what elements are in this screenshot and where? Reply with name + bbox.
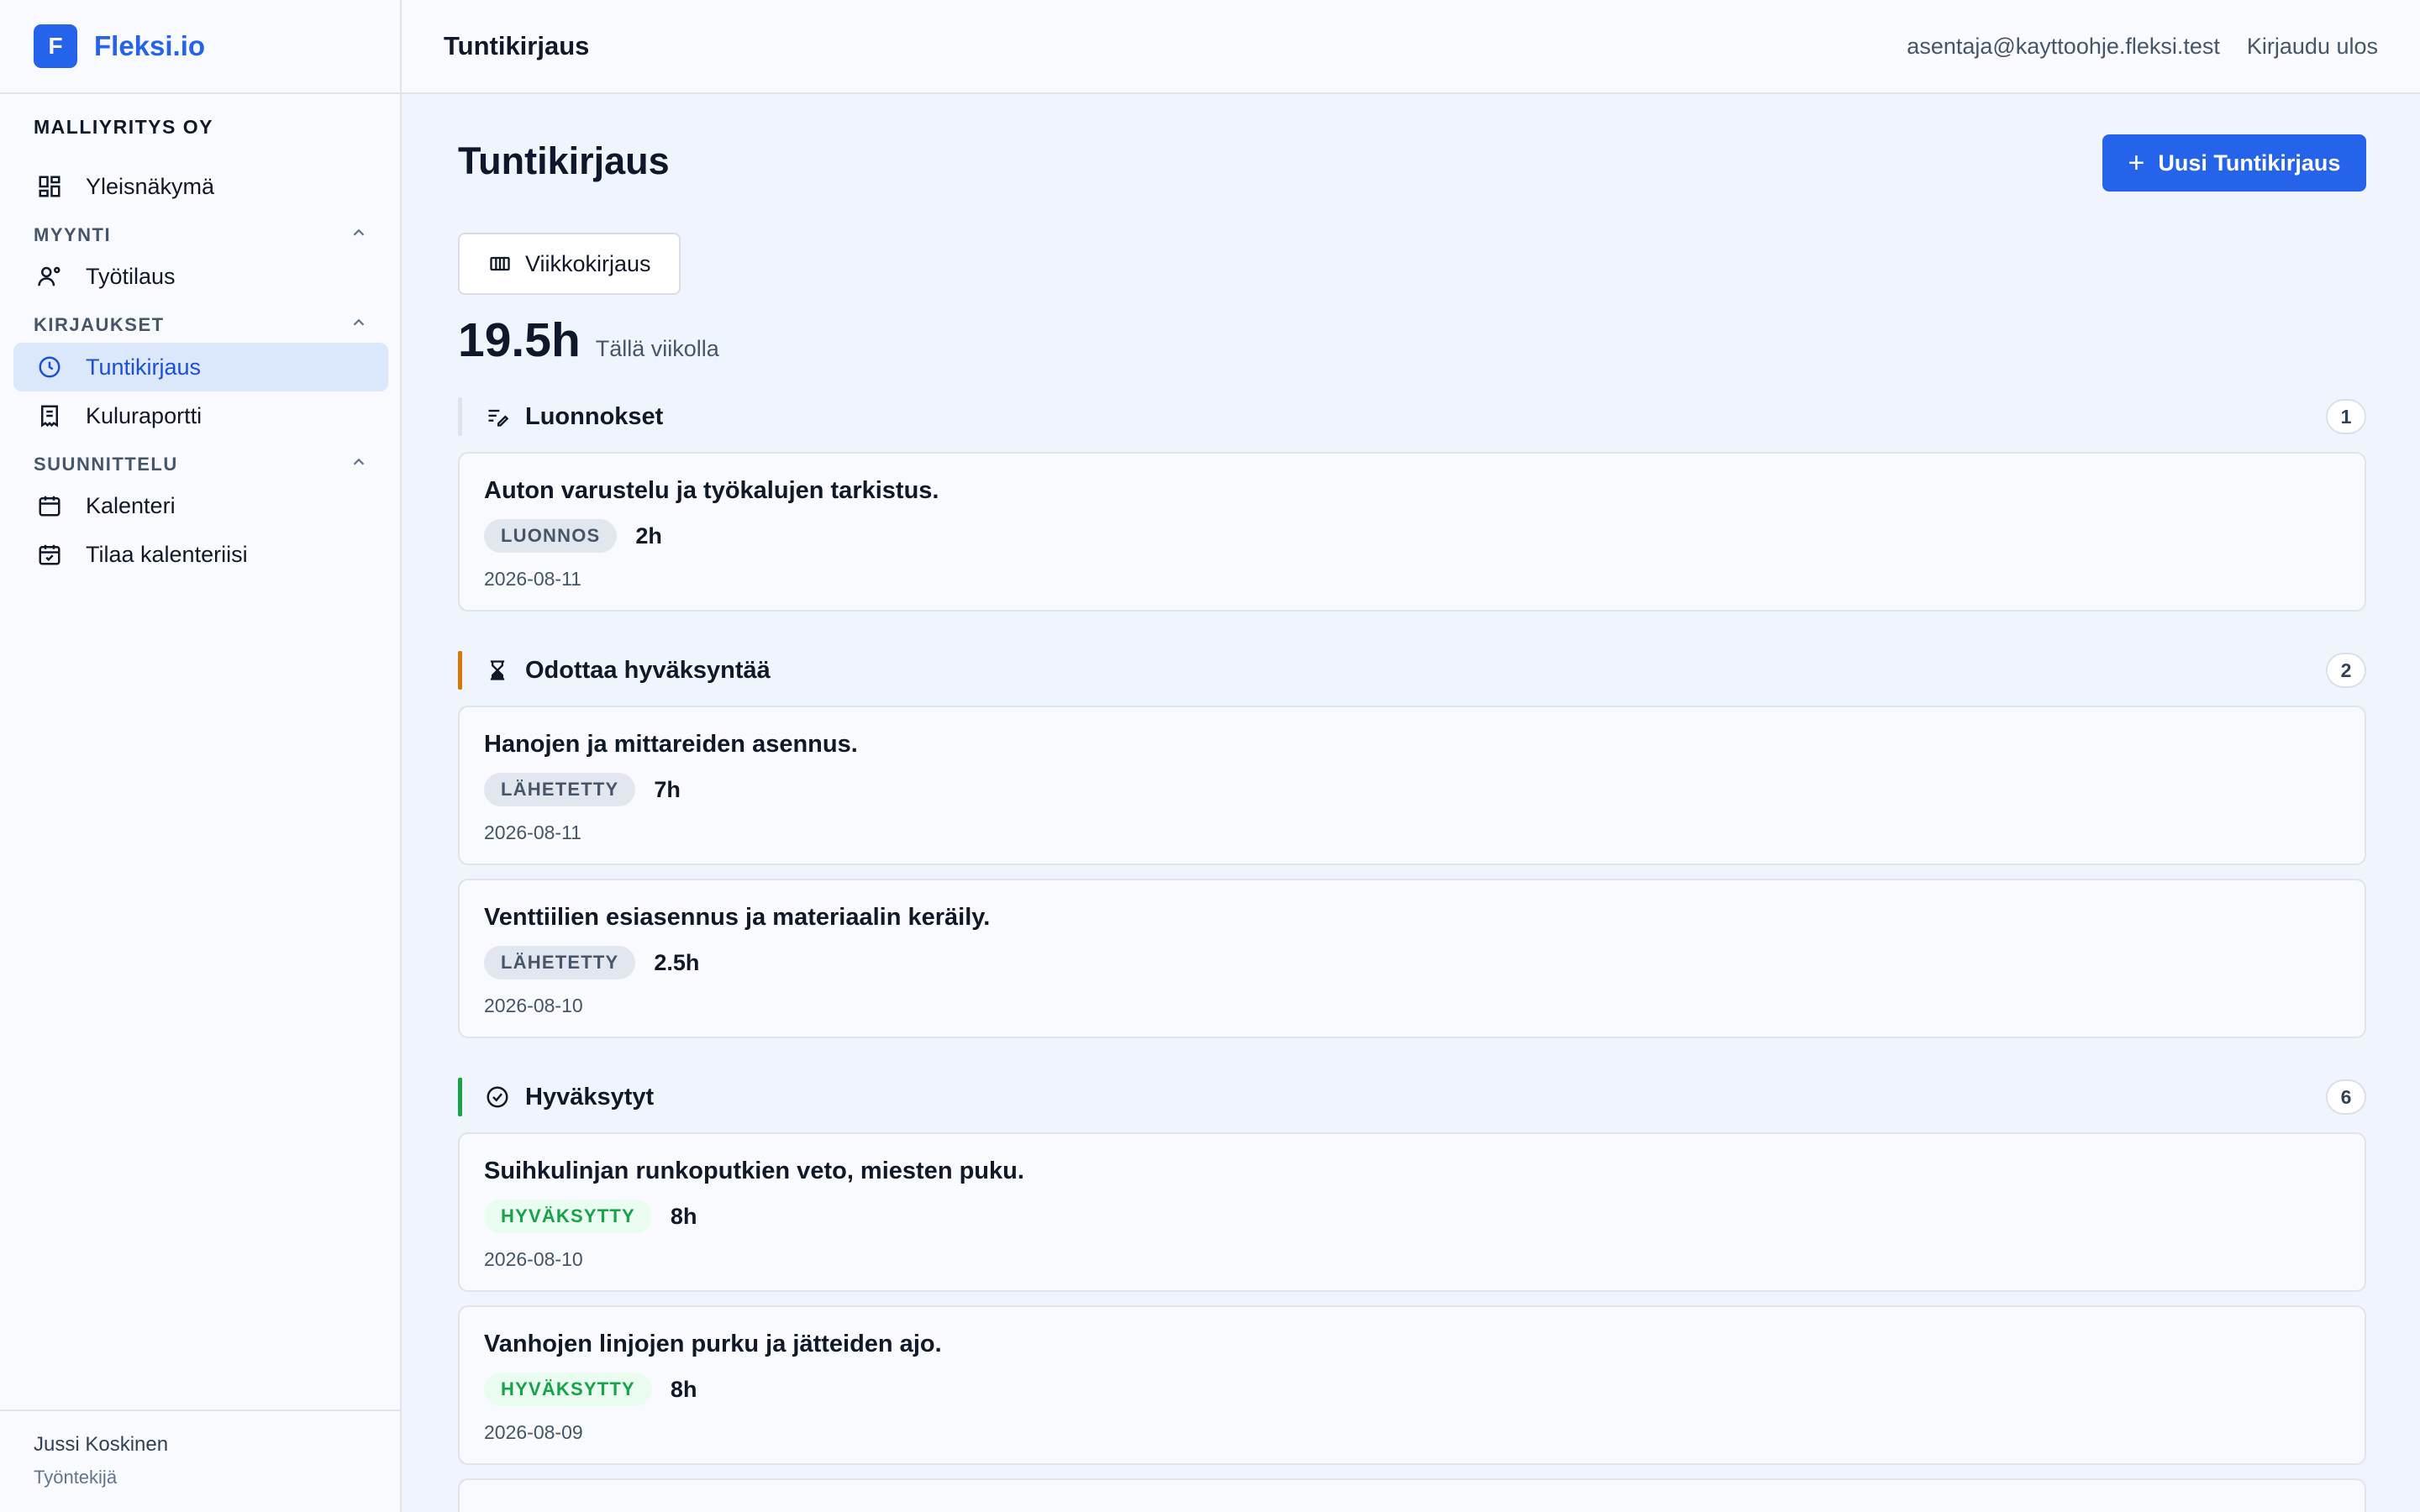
plus-icon: +	[2128, 146, 2145, 179]
logout-link[interactable]: Kirjaudu ulos	[2247, 34, 2378, 60]
section-label: KIRJAUKSET	[34, 314, 165, 335]
time-entry-card-partial[interactable]	[458, 1478, 2366, 1512]
time-entry-card[interactable]: Vanhojen linjojen purku ja jätteiden ajo…	[458, 1305, 2366, 1465]
entry-title: Auton varustelu ja työkalujen tarkistus.	[484, 477, 939, 504]
sidebar-section-kirjaukset[interactable]: KIRJAUKSET	[34, 312, 368, 338]
sidebar-item-overview[interactable]: Yleisnäkymä	[13, 162, 388, 211]
entry-hours: 2.5h	[654, 949, 700, 975]
check-circle-icon	[483, 1083, 512, 1111]
time-entry-card[interactable]: Suihkulinjan runkoputkien veto, miesten …	[458, 1132, 2366, 1292]
brand[interactable]: F Fleksi.io	[0, 0, 400, 94]
group-header-approved: Hyväksytyt 6	[458, 1078, 2366, 1116]
user-gear-icon	[35, 262, 64, 291]
dashboard-icon	[35, 172, 64, 201]
entry-hours: 7h	[654, 776, 681, 802]
header-title: Tuntikirjaus	[444, 31, 590, 60]
sidebar: F Fleksi.io MALLIYRITYS OY Yleisnäkymä M…	[0, 0, 402, 1512]
sidebar-item-label: Tilaa kalenteriisi	[86, 541, 248, 567]
clock-icon	[35, 353, 64, 381]
group-header-drafts: Luonnokset 1	[458, 397, 2366, 436]
sidebar-section-myynti[interactable]: MYYNTI	[34, 223, 368, 248]
count-badge: 2	[2326, 653, 2366, 688]
entry-title: Venttiilien esiasennus ja materiaalin ke…	[484, 904, 991, 931]
time-entry-card[interactable]: Hanojen ja mittareiden asennus. LÄHETETT…	[458, 706, 2366, 865]
user-name: Jussi Koskinen	[34, 1433, 169, 1456]
entry-date: 2026-08-10	[484, 1248, 583, 1270]
sidebar-item-label: Tuntikirjaus	[86, 354, 202, 380]
entry-hours: 8h	[670, 1376, 697, 1402]
entry-title: Vanhojen linjojen purku ja jätteiden ajo…	[484, 1331, 942, 1357]
sidebar-item-label: Yleisnäkymä	[86, 173, 215, 199]
entry-date: 2026-08-11	[484, 822, 581, 843]
draft-icon	[483, 402, 512, 431]
status-badge: LÄHETETTY	[484, 773, 636, 806]
chevron-up-icon	[350, 453, 368, 476]
chevron-up-icon	[350, 313, 368, 337]
entry-title: Hanojen ja mittareiden asennus.	[484, 731, 858, 758]
hourglass-icon	[483, 656, 512, 685]
week-entry-label: Viikkokirjaus	[525, 250, 651, 276]
new-time-entry-button[interactable]: + Uusi Tuntikirjaus	[2102, 134, 2366, 192]
brand-name: Fleksi.io	[94, 30, 206, 61]
chevron-up-icon	[350, 223, 368, 247]
section-label: SUUNNITTELU	[34, 454, 178, 475]
section-label: MYYNTI	[34, 224, 112, 245]
group-header-pending: Odottaa hyväksyntää 2	[458, 651, 2366, 690]
user-role: Työntekijä	[34, 1467, 118, 1488]
count-badge: 1	[2326, 399, 2366, 434]
sidebar-item-label: Kalenteri	[86, 492, 176, 518]
week-label: Tällä viikolla	[595, 336, 719, 361]
time-entry-card[interactable]: Venttiilien esiasennus ja materiaalin ke…	[458, 879, 2366, 1038]
sidebar-item-kuluraportti[interactable]: Kuluraportti	[13, 391, 388, 440]
sidebar-item-label: Kuluraportti	[86, 402, 203, 428]
entry-date: 2026-08-09	[484, 1421, 583, 1443]
user-email: asentaja@kayttoohje.fleksi.test	[1907, 33, 2220, 59]
sidebar-item-tilaa-kalenteriisi[interactable]: Tilaa kalenteriisi	[13, 530, 388, 579]
sidebar-item-tuntikirjaus[interactable]: Tuntikirjaus	[13, 343, 388, 391]
brand-logo: F	[34, 24, 77, 68]
time-entry-card[interactable]: Auton varustelu ja työkalujen tarkistus.…	[458, 452, 2366, 612]
status-badge: HYVÄKSYTTY	[484, 1200, 652, 1233]
calendar-icon	[35, 491, 64, 520]
sidebar-user: Jussi Koskinen Työntekijä	[0, 1410, 400, 1512]
sidebar-item-kalenteri[interactable]: Kalenteri	[13, 481, 388, 530]
group-color-bar	[458, 651, 462, 690]
sidebar-section-suunnittelu[interactable]: SUUNNITTELU	[34, 452, 368, 477]
receipt-icon	[35, 402, 64, 430]
top-header: Tuntikirjaus asentaja@kayttoohje.fleksi.…	[402, 0, 2420, 94]
group-title: Hyväksytyt	[525, 1083, 655, 1110]
status-badge: LUONNOS	[484, 519, 618, 553]
week-hours: 19.5h	[458, 313, 581, 367]
week-total: 19.5h Tällä viikolla	[458, 312, 719, 368]
company-name: MALLIYRITYS OY	[34, 116, 213, 138]
sidebar-item-label: Työtilaus	[86, 263, 176, 289]
group-color-bar	[458, 1078, 462, 1116]
entry-hours: 8h	[670, 1203, 697, 1229]
new-time-entry-label: Uusi Tuntikirjaus	[2158, 150, 2341, 176]
page-title: Tuntikirjaus	[458, 139, 670, 182]
calendar-check-icon	[35, 540, 64, 569]
entry-title: Suihkulinjan runkoputkien veto, miesten …	[484, 1158, 1024, 1184]
entry-date: 2026-08-10	[484, 995, 583, 1016]
group-color-bar	[458, 397, 462, 436]
group-title: Luonnokset	[525, 402, 664, 430]
count-badge: 6	[2326, 1079, 2366, 1115]
group-title: Odottaa hyväksyntää	[525, 656, 771, 684]
status-badge: HYVÄKSYTTY	[484, 1373, 652, 1406]
entry-hours: 2h	[635, 522, 662, 549]
week-entry-button[interactable]: Viikkokirjaus	[458, 233, 681, 295]
status-badge: LÄHETETTY	[484, 946, 636, 979]
sidebar-item-tyotilaus[interactable]: Työtilaus	[13, 252, 388, 301]
columns-icon	[488, 252, 512, 276]
entry-date: 2026-08-11	[484, 568, 581, 590]
